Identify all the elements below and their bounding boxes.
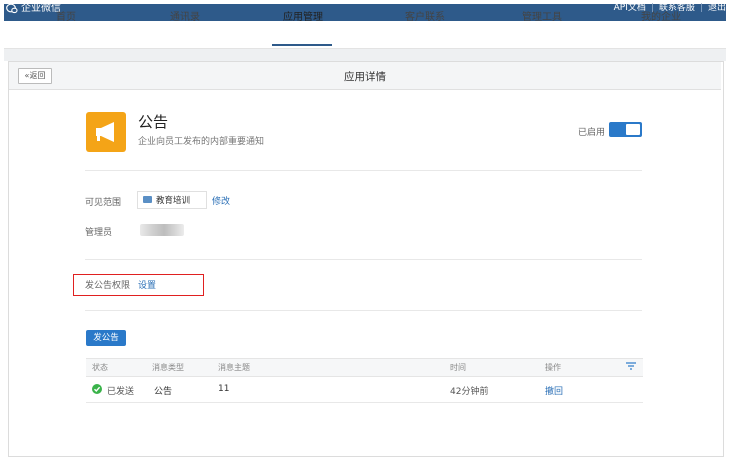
page-title: 应用详情: [344, 71, 386, 83]
sent-check-icon: [92, 384, 102, 394]
column-status: 状态: [92, 363, 108, 372]
toggle-knob: [626, 124, 640, 135]
wecom-logo-icon: [6, 3, 18, 14]
row-time: 42分钟前: [450, 387, 489, 397]
admin-label: 管理员: [85, 228, 113, 238]
column-message-subject: 消息主题: [218, 363, 250, 372]
nav-contacts[interactable]: 通讯录: [170, 8, 200, 23]
post-permission-label: 发公告权限: [85, 281, 131, 291]
app-logo: 企业微信: [6, 2, 61, 15]
column-actions: 操作: [545, 363, 561, 372]
row-subject: 11: [218, 384, 230, 394]
revoke-link[interactable]: 撤回: [545, 384, 563, 397]
row-divider: [86, 402, 643, 403]
divider: [85, 310, 642, 311]
logout-link[interactable]: 退出: [708, 3, 726, 13]
folder-icon: [143, 196, 152, 203]
nav-customer-contact[interactable]: 客户联系: [405, 8, 445, 23]
post-permission-settings-link[interactable]: 设置: [138, 278, 156, 291]
visibility-scope-value: 教育培训: [156, 196, 191, 206]
nav-active-indicator: [272, 44, 332, 46]
nav-my-enterprise[interactable]: 我的企业: [641, 8, 681, 23]
post-announcement-button[interactable]: 发公告: [86, 330, 126, 346]
megaphone-icon: [96, 122, 114, 142]
edit-visibility-link[interactable]: 修改: [212, 194, 230, 207]
divider: [85, 170, 642, 171]
filter-icon[interactable]: [626, 362, 636, 373]
column-time: 时间: [450, 363, 466, 372]
row-status: 已发送: [107, 387, 135, 397]
app-description: 企业向员工发布的内部重要通知: [138, 137, 265, 147]
row-type: 公告: [154, 387, 173, 397]
column-message-type: 消息类型: [152, 363, 184, 372]
app-name: 公告: [138, 113, 169, 131]
nav-app-management[interactable]: 应用管理: [283, 8, 323, 23]
visibility-label: 可见范围: [85, 198, 122, 208]
admin-avatar-blurred: [140, 224, 184, 236]
main-nav: [4, 21, 726, 49]
nav-management-tools[interactable]: 管理工具: [522, 8, 562, 23]
app-title: 企业微信: [21, 3, 61, 14]
app-icon-tile: [86, 112, 126, 152]
enabled-status-label: 已启用: [578, 128, 606, 138]
nav-home[interactable]: 首页: [56, 8, 76, 23]
page-background-strip: [4, 49, 726, 61]
divider: [85, 259, 642, 260]
